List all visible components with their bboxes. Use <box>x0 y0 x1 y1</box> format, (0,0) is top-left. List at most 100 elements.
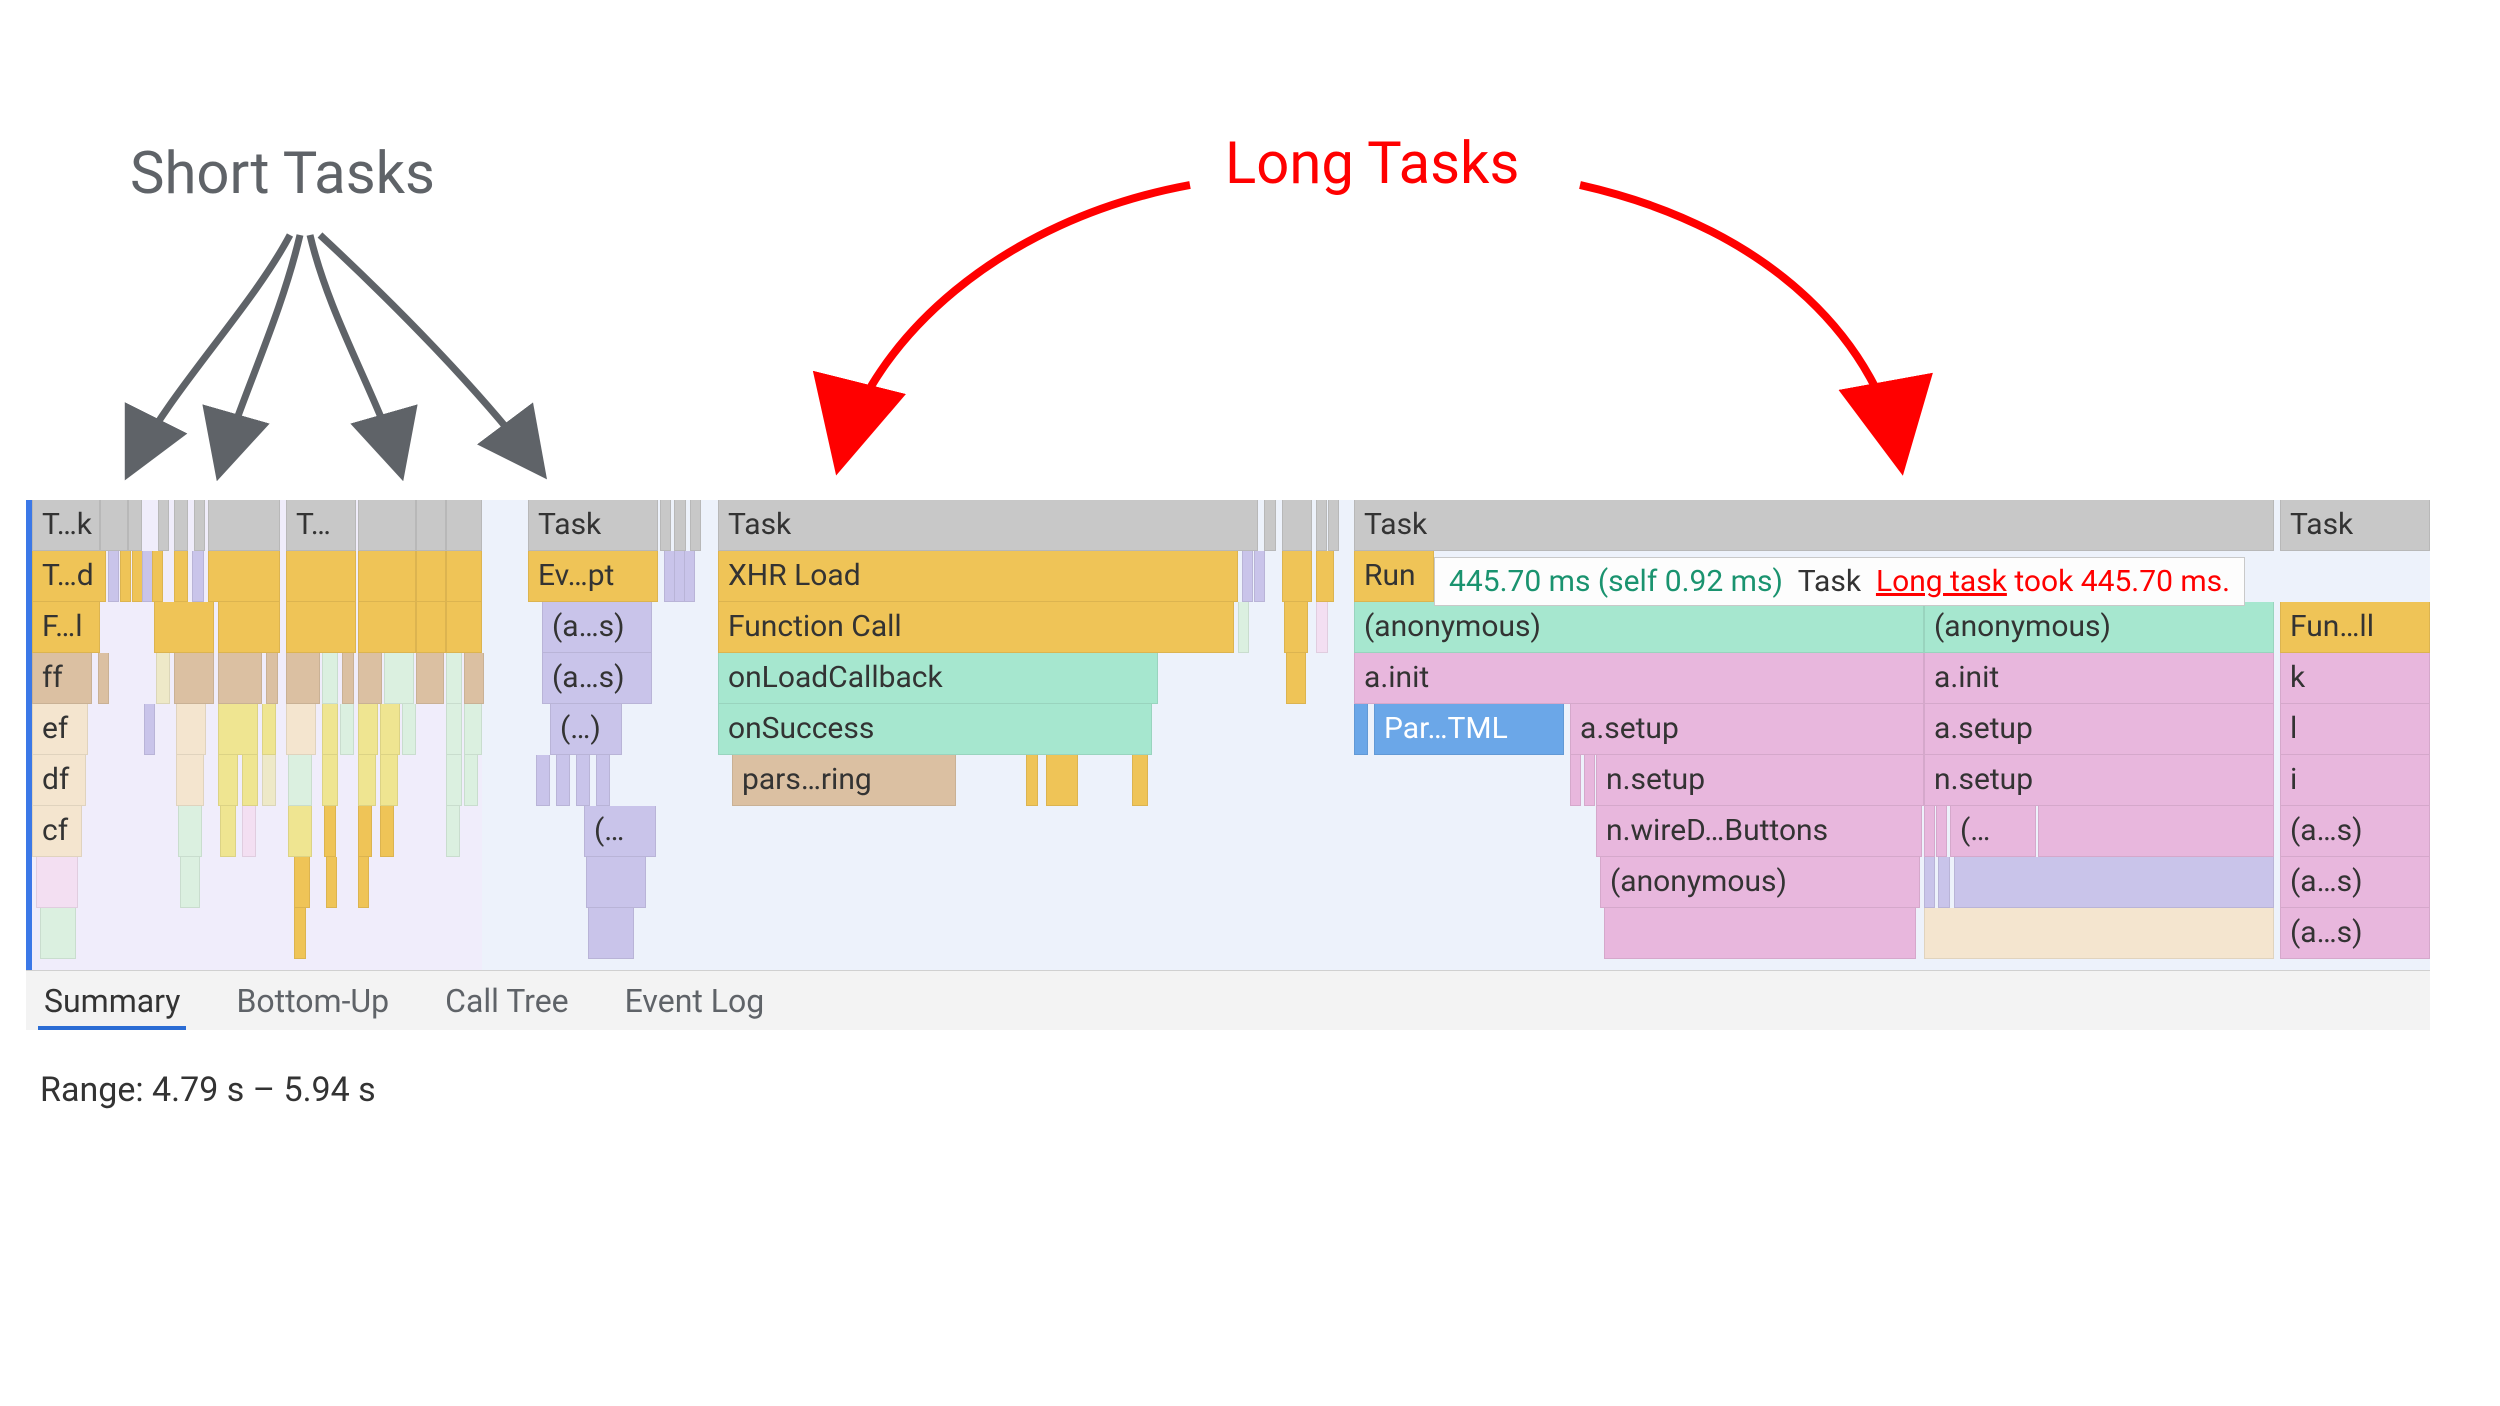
flame-fn[interactable] <box>1254 551 1265 602</box>
flame-fn[interactable]: F…l <box>32 602 100 653</box>
flame-task[interactable] <box>446 500 482 551</box>
flame-fn[interactable] <box>322 653 338 704</box>
flame-fn[interactable] <box>286 551 356 602</box>
flame-fn[interactable] <box>446 653 462 704</box>
tab-summary[interactable]: Summary <box>38 971 186 1030</box>
flame-fn[interactable]: a.init <box>1924 653 2274 704</box>
flame-task[interactable] <box>100 500 128 551</box>
flame-fn[interactable] <box>288 806 312 857</box>
flame-task[interactable] <box>674 500 686 551</box>
flame-fn[interactable] <box>358 551 416 602</box>
flame-fn[interactable]: Function Call <box>718 602 1234 653</box>
flame-fn[interactable] <box>416 602 446 653</box>
flame-fn[interactable] <box>322 704 338 755</box>
flame-fn[interactable] <box>446 755 462 806</box>
flame-fn[interactable]: (anonymous) <box>1354 602 1924 653</box>
flame-fn[interactable] <box>218 653 262 704</box>
flame-fn[interactable]: ef <box>32 704 88 755</box>
flame-fn[interactable] <box>1924 806 1935 857</box>
flame-fn[interactable] <box>36 857 78 908</box>
flame-fn[interactable]: n.setup <box>1596 755 1924 806</box>
flame-task[interactable] <box>1316 500 1327 551</box>
flame-fn[interactable]: pars…ring <box>732 755 956 806</box>
flame-fn[interactable] <box>340 704 354 755</box>
flame-fn[interactable]: onLoadCallback <box>718 653 1158 704</box>
flame-fn[interactable] <box>380 755 398 806</box>
flame-fn[interactable] <box>358 806 372 857</box>
flame-fn[interactable] <box>586 857 646 908</box>
flame-fn[interactable]: l <box>2280 704 2430 755</box>
flame-fn[interactable]: (a…s) <box>542 602 652 653</box>
flame-fn[interactable] <box>1924 857 1935 908</box>
flame-fn[interactable] <box>242 755 258 806</box>
flame-task[interactable]: T… <box>286 500 356 551</box>
flame-fn[interactable] <box>1238 602 1249 653</box>
flame-fn[interactable] <box>1316 551 1334 602</box>
flame-fn[interactable] <box>262 755 276 806</box>
flame-fn[interactable]: (a…s) <box>2280 806 2430 857</box>
flame-task[interactable] <box>128 500 142 551</box>
flame-fn[interactable]: cf <box>32 806 82 857</box>
flame-fn[interactable] <box>286 653 320 704</box>
flame-task[interactable] <box>1328 500 1339 551</box>
flame-fn[interactable] <box>358 653 382 704</box>
flame-fn[interactable]: n.setup <box>1924 755 2274 806</box>
flame-task[interactable]: Task <box>528 500 658 551</box>
flame-fn[interactable] <box>192 551 204 602</box>
flame-fn[interactable] <box>576 755 590 806</box>
flame-fn[interactable] <box>178 806 202 857</box>
flame-fn[interactable] <box>174 653 214 704</box>
flame-fn[interactable]: (a…s) <box>2280 908 2430 959</box>
flame-fn[interactable] <box>98 653 109 704</box>
flame-fn[interactable] <box>596 755 610 806</box>
flame-fn[interactable] <box>288 755 312 806</box>
flame-fn[interactable] <box>416 653 444 704</box>
flame-fn[interactable] <box>536 755 550 806</box>
flame-fn[interactable]: (anonymous) <box>1600 857 1920 908</box>
flame-fn[interactable]: Run <box>1354 551 1434 602</box>
flame-fn[interactable] <box>446 602 482 653</box>
flame-fn[interactable] <box>402 704 416 755</box>
flame-fn[interactable] <box>174 551 188 602</box>
flame-task[interactable] <box>416 500 446 551</box>
flame-fn[interactable]: a.setup <box>1570 704 1924 755</box>
flame-fn[interactable] <box>384 653 414 704</box>
flame-fn[interactable] <box>358 704 378 755</box>
flame-fn[interactable] <box>294 908 306 959</box>
flame-fn[interactable] <box>1570 755 1581 806</box>
flame-fn[interactable] <box>1604 908 1916 959</box>
flame-fn[interactable]: a.setup <box>1924 704 2274 755</box>
flame-fn[interactable] <box>1936 806 1947 857</box>
flame-fn[interactable] <box>464 755 478 806</box>
flame-fn[interactable] <box>1242 551 1253 602</box>
flame-fn[interactable]: onSuccess <box>718 704 1152 755</box>
flame-fn[interactable] <box>358 755 376 806</box>
flame-fn[interactable] <box>1954 857 2274 908</box>
flame-fn[interactable] <box>380 704 400 755</box>
flame-fn[interactable] <box>40 908 76 959</box>
flame-fn[interactable]: Ev…pt <box>528 551 658 602</box>
flame-fn[interactable] <box>1938 857 1950 908</box>
flame-task[interactable] <box>194 500 205 551</box>
flame-fn[interactable] <box>1584 755 1595 806</box>
flame-fn[interactable] <box>176 704 206 755</box>
flame-task[interactable] <box>690 500 701 551</box>
flame-fn[interactable] <box>1284 602 1308 653</box>
flame-fn[interactable] <box>464 653 484 704</box>
flame-fn[interactable]: Par…TML <box>1374 704 1564 755</box>
flame-fn[interactable]: df <box>32 755 86 806</box>
flame-fn[interactable]: n.wireD…Buttons <box>1596 806 1922 857</box>
flame-fn[interactable] <box>266 653 278 704</box>
flame-task[interactable] <box>660 500 671 551</box>
flame-fn[interactable] <box>152 551 163 602</box>
flame-fn[interactable] <box>120 551 131 602</box>
flame-fn[interactable] <box>446 704 462 755</box>
flame-fn[interactable] <box>208 551 280 602</box>
tab-event-log[interactable]: Event Log <box>619 971 771 1030</box>
flame-task[interactable] <box>174 500 188 551</box>
flame-fn[interactable] <box>322 755 338 806</box>
flame-task[interactable] <box>358 500 416 551</box>
flame-fn[interactable] <box>1026 755 1038 806</box>
flame-fn[interactable]: (… <box>1950 806 2036 857</box>
flame-fn[interactable] <box>176 755 204 806</box>
